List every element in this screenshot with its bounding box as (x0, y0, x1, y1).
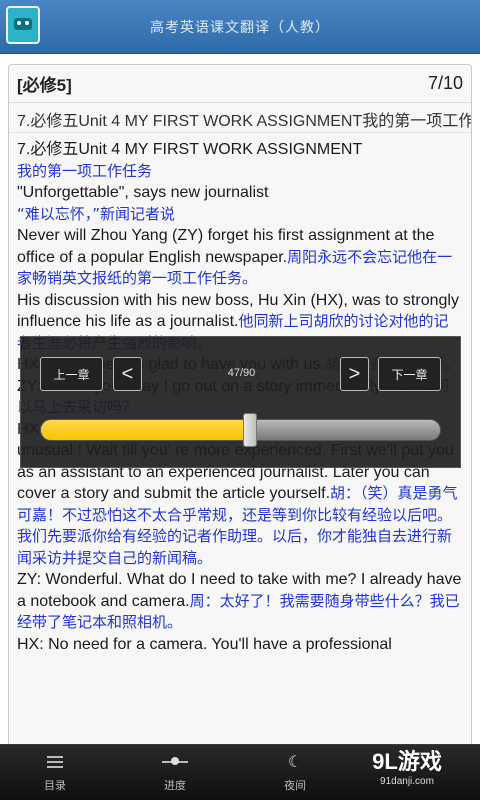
slider-icon (162, 756, 188, 765)
next-page-button[interactable]: > (340, 357, 369, 391)
english-text: "Unforgettable", says new journalist (17, 184, 269, 201)
english-text: HX: No need for a camera. You'll have a … (17, 635, 392, 653)
article-subtitle: 7.必修五Unit 4 MY FIRST WORK ASSIGNMENT我的第一… (9, 103, 471, 133)
next-chapter-button[interactable]: 下一章 (378, 357, 441, 391)
progress-fill (41, 420, 251, 440)
moon-icon: ☾ (287, 753, 303, 771)
slider-thumb[interactable] (243, 413, 258, 447)
list-icon (47, 755, 63, 768)
app-icon[interactable] (6, 6, 40, 44)
chapter-label: [必修5] (17, 76, 72, 95)
tab-contents[interactable]: 目录 (0, 745, 110, 800)
progress-slider[interactable] (40, 413, 441, 447)
tab-progress[interactable]: 进度 (120, 745, 230, 800)
page-indicator: 7/10 (427, 73, 463, 93)
progress-panel: 上一章 < 47/90 > 下一章 (20, 336, 461, 468)
tab-label: 夜间 (284, 779, 306, 792)
chinese-translation: “难以忘怀，”新闻记者说 (17, 204, 176, 223)
chinese-translation: 我的第一项工作任务 (17, 161, 153, 180)
title-bar: 高考英语课文翻译（人教） (0, 0, 480, 54)
card-header: [必修5] 7/10 (9, 65, 471, 103)
tab-label: 进度 (164, 779, 186, 792)
app-title: 高考英语课文翻译（人教） (150, 18, 330, 35)
tab-night-mode[interactable]: ☾ 夜间 (240, 745, 350, 800)
tab-label: 目录 (44, 779, 66, 792)
english-text: 7.必修五Unit 4 MY FIRST WORK ASSIGNMENT (17, 141, 363, 158)
watermark-brand: 9L游戏 (372, 749, 442, 774)
watermark-url: 91danji.com (380, 776, 434, 787)
watermark-logo: 9L游戏 91danji.com (342, 748, 472, 796)
